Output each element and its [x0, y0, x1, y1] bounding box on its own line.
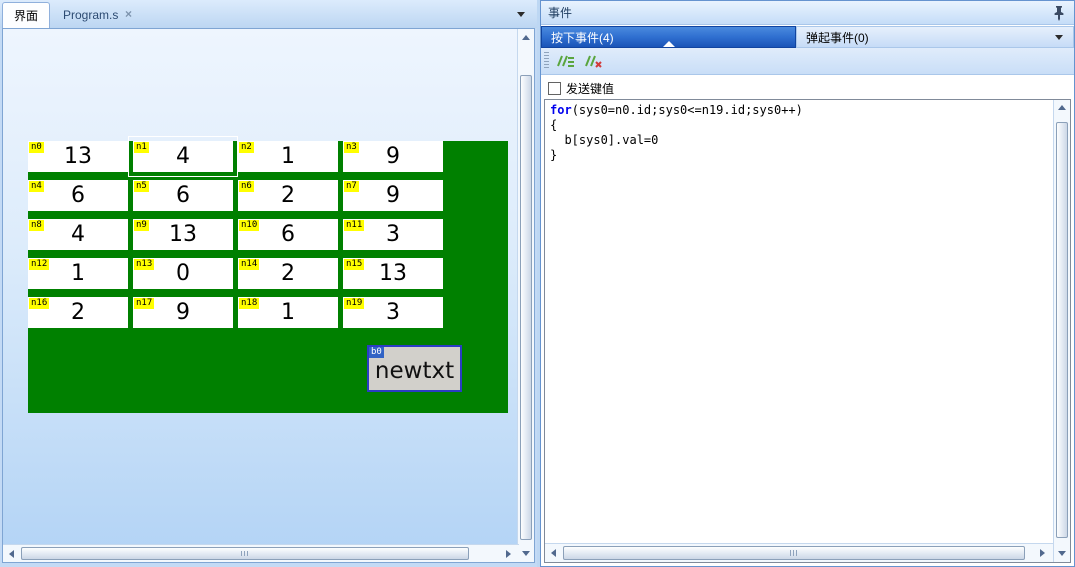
- design-surface: n0 13 n1 4 n2 1 n3 9 n4 6 n5 6 n6 2 n7 9 n8 4 n9 13 n10 6 n11 3…: [2, 28, 535, 563]
- textbox-value: 1: [281, 144, 295, 169]
- scroll-right-icon[interactable]: [506, 550, 511, 558]
- textbox-value: 13: [169, 222, 197, 247]
- control-name-label-selected: b0: [369, 347, 384, 358]
- scroll-down-icon[interactable]: [522, 551, 530, 556]
- send-keyvalue-checkbox[interactable]: [548, 81, 561, 95]
- textbox-value: 9: [386, 183, 400, 208]
- tab-program-label: Program.s: [63, 8, 119, 22]
- code-editor[interactable]: for(sys0=n0.id;sys0<=n19.id;sys0++){ b[s…: [544, 99, 1071, 563]
- textbox-value: 0: [176, 261, 190, 286]
- textbox-n18[interactable]: n18 1: [238, 297, 338, 328]
- scroll-left-icon[interactable]: [9, 550, 14, 558]
- tab-press-event[interactable]: 按下事件(4): [541, 26, 796, 48]
- scroll-up-icon[interactable]: [522, 35, 530, 40]
- textbox-n14[interactable]: n14 2: [238, 258, 338, 289]
- textbox-n13[interactable]: n13 0: [133, 258, 233, 289]
- textbox-n19[interactable]: n19 3: [343, 297, 443, 328]
- textbox-n7[interactable]: n7 9: [343, 180, 443, 211]
- textbox-value: 4: [71, 222, 85, 247]
- textbox-n6[interactable]: n6 2: [238, 180, 338, 211]
- designer-vertical-scrollbar[interactable]: [517, 29, 534, 562]
- textbox-value: 1: [281, 300, 295, 325]
- scroll-up-icon[interactable]: [1058, 105, 1066, 110]
- active-tab-notch: [662, 41, 675, 47]
- scroll-left-icon[interactable]: [551, 549, 556, 557]
- textbox-value: 4: [176, 144, 190, 169]
- send-keyvalue-label: 发送键值: [566, 81, 615, 96]
- textbox-n10[interactable]: n10 6: [238, 219, 338, 250]
- tab-program[interactable]: Program.s: [52, 2, 129, 28]
- event-dropdown-icon[interactable]: [1055, 35, 1063, 40]
- events-toolbar: [541, 48, 1074, 75]
- scrollbar-thumb[interactable]: [21, 547, 469, 560]
- code-line: b[sys0].val=0: [550, 133, 659, 147]
- code-line: for(sys0=n0.id;sys0<=n19.id;sys0++): [550, 103, 803, 117]
- textbox-value: 2: [71, 300, 85, 325]
- textbox-value: 9: [386, 144, 400, 169]
- tab-list-dropdown-icon[interactable]: [517, 12, 525, 17]
- tab-interface[interactable]: 界面: [2, 2, 51, 28]
- textbox-n12[interactable]: n12 1: [28, 258, 128, 289]
- form-canvas[interactable]: n0 13 n1 4 n2 1 n3 9 n4 6 n5 6 n6 2 n7 9 n8 4 n9 13 n10 6 n11 3…: [28, 136, 508, 413]
- textbox-n4[interactable]: n4 6: [28, 180, 128, 211]
- textbox-n5[interactable]: n5 6: [133, 180, 233, 211]
- textbox-value: 1: [71, 261, 85, 286]
- textbox-n0[interactable]: n0 13: [28, 141, 128, 172]
- code-text[interactable]: for(sys0=n0.id;sys0<=n19.id;sys0++){ b[s…: [545, 100, 1053, 543]
- scrollbar-thumb[interactable]: [563, 546, 1025, 560]
- textbox-value: 2: [281, 183, 295, 208]
- designer-horizontal-scrollbar[interactable]: [3, 544, 519, 562]
- events-panel-titlebar: 事件: [541, 1, 1074, 25]
- designer-tabbar: 界面 Program.s ×: [0, 0, 537, 28]
- toolbar-grip[interactable]: [544, 52, 549, 70]
- pin-icon[interactable]: [1052, 5, 1066, 21]
- scroll-right-icon[interactable]: [1040, 549, 1045, 557]
- textbox-n9[interactable]: n9 13: [133, 219, 233, 250]
- code-line: {: [550, 118, 558, 132]
- comment-lines-icon[interactable]: [553, 52, 577, 70]
- uncomment-icon[interactable]: [581, 52, 605, 70]
- close-tab-icon[interactable]: ×: [125, 8, 132, 20]
- textbox-value: 13: [379, 261, 407, 286]
- textbox-value: 6: [71, 183, 85, 208]
- send-keyvalue-row: 发送键值: [548, 80, 614, 96]
- textbox-n1[interactable]: n1 4: [128, 136, 238, 177]
- textbox-n17[interactable]: n17 9: [133, 297, 233, 328]
- textbox-n15[interactable]: n15 13: [343, 258, 443, 289]
- tab-release-event[interactable]: 弹起事件(0): [796, 26, 1074, 48]
- newtxt-button[interactable]: b0 newtxt: [367, 345, 462, 392]
- event-tabs: 按下事件(4) 弹起事件(0): [541, 26, 1074, 48]
- textbox-n16[interactable]: n16 2: [28, 297, 128, 328]
- textbox-value: 2: [281, 261, 295, 286]
- textbox-n11[interactable]: n11 3: [343, 219, 443, 250]
- event-editor-area: 发送键值 for(sys0=n0.id;sys0<=n19.id;sys0++)…: [542, 75, 1073, 565]
- tab-interface-label: 界面: [14, 9, 39, 23]
- events-panel-title: 事件: [548, 6, 573, 20]
- editor-vertical-scrollbar[interactable]: [1053, 100, 1070, 562]
- code-line: }: [550, 148, 558, 162]
- textbox-value: 9: [176, 300, 190, 325]
- button-caption: newtxt: [374, 357, 455, 384]
- scrollbar-thumb[interactable]: [520, 75, 532, 540]
- textbox-value: 6: [281, 222, 295, 247]
- tab-press-event-label: 按下事件(4): [551, 30, 614, 45]
- textbox-value: 3: [386, 222, 400, 247]
- scrollbar-thumb[interactable]: [1056, 122, 1068, 538]
- textbox-value: 6: [176, 183, 190, 208]
- scroll-down-icon[interactable]: [1058, 551, 1066, 556]
- textbox-n2[interactable]: n2 1: [238, 141, 338, 172]
- designer-panel: 界面 Program.s × n0 13 n1 4 n2 1 n3 9 n4 6 n5 6 n6 2 n7 9…: [0, 0, 537, 567]
- editor-horizontal-scrollbar[interactable]: [545, 543, 1053, 562]
- textbox-n8[interactable]: n8 4: [28, 219, 128, 250]
- textbox-value: 13: [64, 144, 92, 169]
- tab-release-event-label: 弹起事件(0): [806, 30, 869, 45]
- textbox-value: 3: [386, 300, 400, 325]
- textbox-n3[interactable]: n3 9: [343, 141, 443, 172]
- events-panel: 事件 按下事件(4) 弹起事件(0) 发送键值 for(sys0=n0.id;s…: [540, 0, 1075, 567]
